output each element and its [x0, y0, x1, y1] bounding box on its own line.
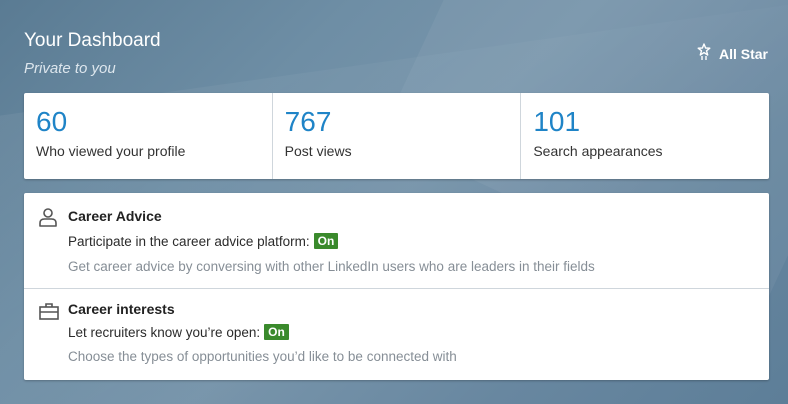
career-advice-status-badge[interactable]: On: [313, 233, 339, 249]
stat-value: 60: [36, 106, 68, 137]
star-award-icon: [697, 43, 719, 64]
dashboard-card: Your Dashboard Private to you All Star 6…: [0, 0, 788, 404]
career-advice-section[interactable]: Career Advice Participate in the career …: [24, 193, 769, 289]
person-icon: [38, 207, 58, 232]
career-advice-note: Get career advice by conversing with oth…: [68, 259, 595, 274]
all-star-label: All Star: [718, 45, 768, 62]
career-advice-text: Participate in the career advice platfor…: [68, 233, 310, 249]
briefcase-icon: [38, 301, 60, 326]
stat-label: Search appearances: [533, 143, 663, 159]
career-interests-status-badge[interactable]: On: [264, 324, 289, 340]
career-interests-note: Choose the types of opportunities you’d …: [68, 349, 457, 364]
stat-value: 767: [284, 106, 332, 137]
stat-label: Post views: [284, 143, 352, 159]
career-interests-title: Career interests: [68, 301, 175, 317]
stat-search-appearances[interactable]: 101 Search appearances: [521, 93, 769, 179]
dashboard-title: Your Dashboard: [24, 30, 161, 51]
career-panel: Career Advice Participate in the career …: [24, 193, 769, 380]
career-advice-title: Career Advice: [68, 208, 162, 224]
stats-bar: 60 Who viewed your profile 767 Post view…: [24, 93, 769, 179]
career-interests-section[interactable]: Career interests Let recruiters know you…: [24, 289, 769, 364]
career-interests-text: Let recruiters know you’re open:: [68, 324, 261, 340]
career-interests-line: Let recruiters know you’re open: On: [68, 324, 769, 340]
dashboard-subtitle: Private to you: [24, 60, 116, 77]
career-advice-line: Participate in the career advice platfor…: [68, 233, 769, 249]
stat-label: Who viewed your profile: [36, 143, 186, 159]
stat-profile-views[interactable]: 60 Who viewed your profile: [24, 93, 273, 179]
stat-value: 101: [533, 106, 581, 137]
all-star-link[interactable]: All Star: [697, 43, 768, 64]
stat-post-views[interactable]: 767 Post views: [273, 93, 522, 179]
